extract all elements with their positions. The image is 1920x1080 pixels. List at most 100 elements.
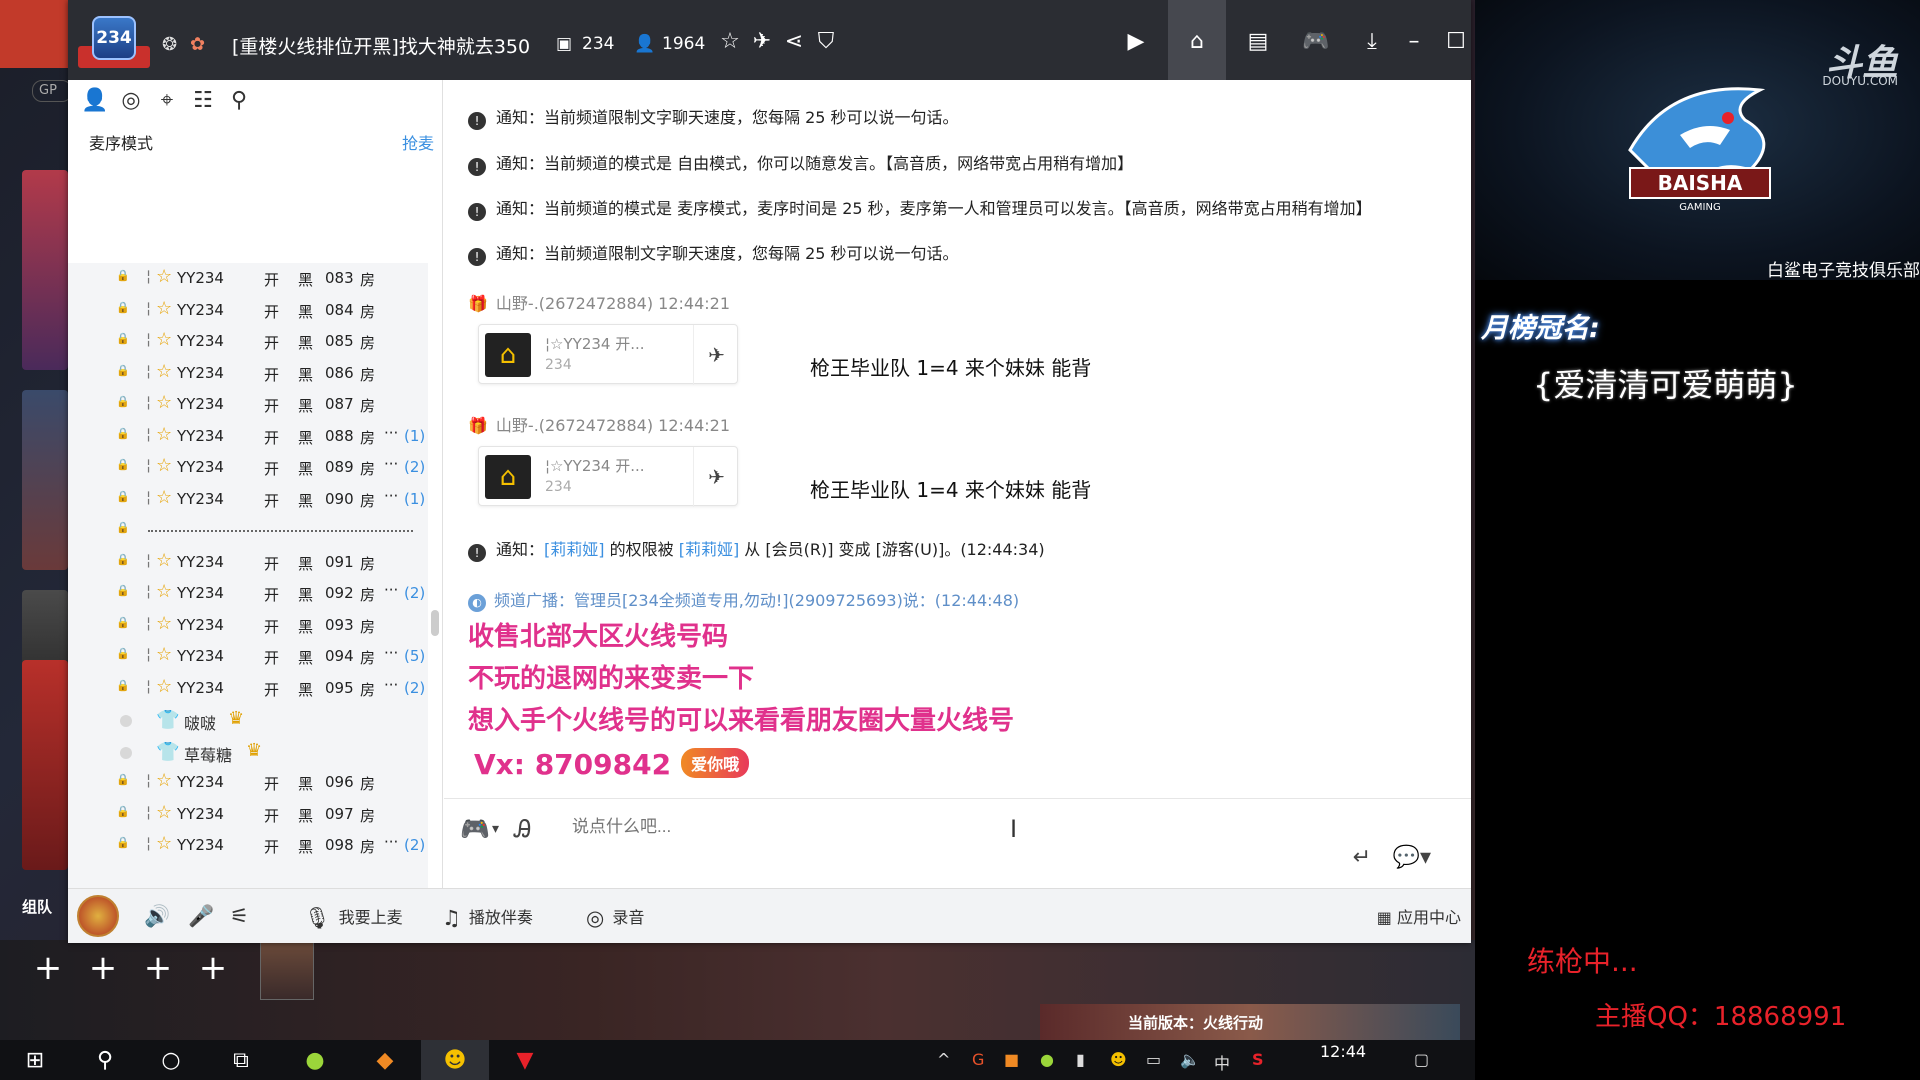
user-avatar[interactable] — [77, 895, 119, 937]
channel-room-row[interactable]: 🔒 ¦ ☆ YY234 开 黑 088 房 ··· (1) — [68, 421, 428, 453]
fly-to-channel-icon[interactable]: ✈ — [693, 325, 739, 385]
channel-logo[interactable]: 234 — [76, 6, 152, 72]
mic-up-button[interactable]: 🎙 我要上麦 — [304, 904, 403, 931]
record-button[interactable]: ◎ 录音 — [586, 904, 644, 930]
tray-mic-icon[interactable]: ▮ — [1076, 1050, 1085, 1069]
notice-icon: ! — [468, 203, 486, 221]
channel-list-scrollbar[interactable] — [431, 610, 439, 636]
channel-member[interactable]: 👕 啵啵 ♛ — [68, 704, 428, 736]
favorite-star-icon[interactable]: ☆ — [714, 26, 746, 58]
user-count-icon: 👤 — [634, 34, 656, 54]
chat-bubble-icon[interactable]: 💬▾ — [1393, 845, 1431, 870]
board-icon[interactable]: ▤ — [1242, 26, 1274, 58]
room-label: 房 — [360, 680, 376, 699]
team-label: 组队 — [22, 898, 53, 916]
star-icon: ☆ — [156, 801, 173, 823]
user-icon[interactable]: 👤 — [80, 88, 110, 118]
channel-room-row[interactable]: 🔒 ¦ ☆ YY234 开 黑 094 房 ··· (5) — [68, 641, 428, 673]
task-view-icon[interactable]: ⧉ — [226, 1046, 256, 1076]
room-more[interactable]: ··· — [384, 833, 398, 851]
minimize-icon[interactable]: – — [1398, 26, 1430, 58]
room-more[interactable]: ··· — [384, 487, 398, 505]
video-icon[interactable]: ▶ — [1120, 26, 1152, 58]
channel-room-row[interactable]: 🔒 ¦ ☆ YY234 开 黑 095 房 ··· (2) — [68, 673, 428, 705]
tray-s-icon[interactable]: S — [1252, 1050, 1264, 1069]
channel-card[interactable]: ⌂ ¦☆YY234 开... 234 ✈ — [478, 324, 739, 385]
add-slot-button[interactable]: + — [28, 948, 68, 988]
ime-indicator[interactable]: 中 — [1214, 1050, 1230, 1074]
room-more[interactable]: ··· — [384, 581, 398, 599]
download-icon[interactable]: ⤓ — [1356, 26, 1388, 58]
add-slot-button[interactable]: + — [138, 948, 178, 988]
notification-icon[interactable]: ▢ — [1414, 1050, 1429, 1069]
grab-mic-link[interactable]: 抢麦 — [402, 130, 434, 154]
channel-room-row[interactable]: 🔒 ¦ ☆ YY234 开 黑 084 房 — [68, 295, 428, 327]
channel-room-row[interactable]: 🔒 ¦ ☆ YY234 开 黑 092 房 ··· (2) — [68, 578, 428, 610]
yy-taskbar-icon[interactable]: ☻ — [440, 1046, 470, 1076]
windows-start-icon[interactable]: ⊞ — [20, 1046, 50, 1076]
channel-member[interactable]: 👕 草莓糖 ♛ — [68, 736, 428, 768]
channel-room-row[interactable]: 🔒 ¦ ☆ YY234 开 黑 086 房 — [68, 358, 428, 390]
channel-room-row[interactable]: 🔒 ¦ ☆ YY234 开 黑 093 房 — [68, 610, 428, 642]
user-link[interactable]: [莉莉娅] — [544, 540, 605, 559]
share-icon[interactable]: ⋖ — [778, 26, 810, 58]
room-more[interactable]: ··· — [384, 455, 398, 473]
room-more[interactable]: ··· — [384, 424, 398, 442]
send-icon[interactable]: ↵ — [1353, 845, 1371, 870]
channel-room-row[interactable]: 🔒 ¦ ☆ YY234 开 黑 083 房 — [68, 263, 428, 295]
notice-text: 的权限被 — [604, 540, 679, 559]
shark-logo-sub: GAMING — [1679, 202, 1720, 213]
room-label: 房 — [360, 334, 376, 352]
fly-icon[interactable]: ✈ — [746, 26, 778, 58]
message-sender[interactable]: 🎁 山野-.(2672472884) 12:44:21 — [468, 412, 730, 436]
network-icon[interactable]: ▭ — [1146, 1050, 1161, 1069]
gamepad-icon[interactable]: 🎮 — [1300, 26, 1332, 58]
list-icon[interactable]: ☷ — [188, 88, 218, 118]
speaker-icon[interactable]: 🔊 — [144, 904, 178, 929]
tray-yy-icon[interactable]: ☻ — [1110, 1050, 1127, 1069]
shark-logo: BAISHA GAMING — [1628, 87, 1771, 213]
cortana-icon[interactable]: ○ — [156, 1046, 186, 1076]
volume-icon[interactable]: 🔈 — [1180, 1050, 1200, 1069]
channel-room-row[interactable]: 🔒 ¦ ☆ YY234 开 黑 089 房 ··· (2) — [68, 452, 428, 484]
user-link[interactable]: [莉莉娅] — [679, 540, 740, 559]
channel-room-row[interactable]: 🔒 ¦ ☆ YY234 开 黑 090 房 ··· (1) — [68, 484, 428, 516]
search-icon[interactable]: ⚲ — [90, 1046, 120, 1076]
game-taskbar-icon[interactable]: ▼ — [510, 1046, 540, 1076]
room-more[interactable]: ··· — [384, 644, 398, 662]
broadcast-icon[interactable]: ◎ — [116, 88, 146, 118]
channel-room-row[interactable]: 🔒 ¦ ☆ YY234 开 黑 097 房 — [68, 799, 428, 831]
message-sender[interactable]: 🎁 山野-.(2672472884) 12:44:21 — [468, 290, 730, 314]
channel-room-row[interactable]: 🔒 ¦ ☆ YY234 开 黑 091 房 — [68, 547, 428, 579]
play-music-button[interactable]: ♫ 播放伴奏 — [442, 904, 533, 930]
app-taskbar-icon[interactable]: ◆ — [370, 1046, 400, 1076]
location-icon[interactable]: ⌖ — [152, 88, 182, 118]
tray-app-icon[interactable]: G — [972, 1050, 984, 1069]
room-more[interactable]: ··· — [384, 676, 398, 694]
tray-app-icon[interactable]: ● — [1040, 1050, 1054, 1069]
microphone-icon[interactable]: 🎤 — [188, 904, 222, 929]
home-icon[interactable]: ⌂ — [1181, 26, 1213, 58]
emoji-gamepad-icon[interactable]: 🎮 — [460, 815, 490, 843]
channel-room-row[interactable]: 🔒 ¦ ☆ YY234 开 黑 098 房 ··· (2) — [68, 830, 428, 862]
font-style-icon[interactable]: Ꭿ — [514, 815, 531, 843]
app-taskbar-icon[interactable]: ● — [300, 1046, 330, 1076]
shield-icon[interactable]: ⛉ — [810, 26, 842, 58]
channel-card[interactable]: ⌂ ¦☆YY234 开... 234 ✈ — [478, 446, 739, 507]
channel-room-row[interactable]: 🔒 ¦ ☆ YY234 开 黑 085 房 — [68, 326, 428, 358]
chevron-down-icon[interactable]: ▾ — [492, 821, 499, 837]
maximize-icon[interactable]: ☐ — [1440, 26, 1472, 58]
channel-room-row[interactable]: 🔒 ¦ ☆ YY234 开 黑 096 房 — [68, 767, 428, 799]
equalizer-icon[interactable]: ⚟ — [230, 904, 257, 928]
add-slot-button[interactable]: + — [193, 948, 233, 988]
fly-to-channel-icon[interactable]: ✈ — [693, 447, 739, 507]
channel-room-row[interactable]: 🔒 ¦ ☆ YY234 开 黑 087 房 — [68, 389, 428, 421]
add-slot-button[interactable]: + — [83, 948, 123, 988]
tray-app-icon[interactable]: ■ — [1004, 1050, 1019, 1069]
chat-input[interactable] — [572, 817, 1072, 837]
room-label: 房 — [360, 271, 376, 289]
app-center-button[interactable]: ▦ 应用中心 — [1377, 904, 1461, 928]
search-icon[interactable]: ⚲ — [224, 88, 254, 118]
tray-chevron-icon[interactable]: ^ — [937, 1050, 950, 1069]
room-color: 黑 — [298, 428, 314, 447]
